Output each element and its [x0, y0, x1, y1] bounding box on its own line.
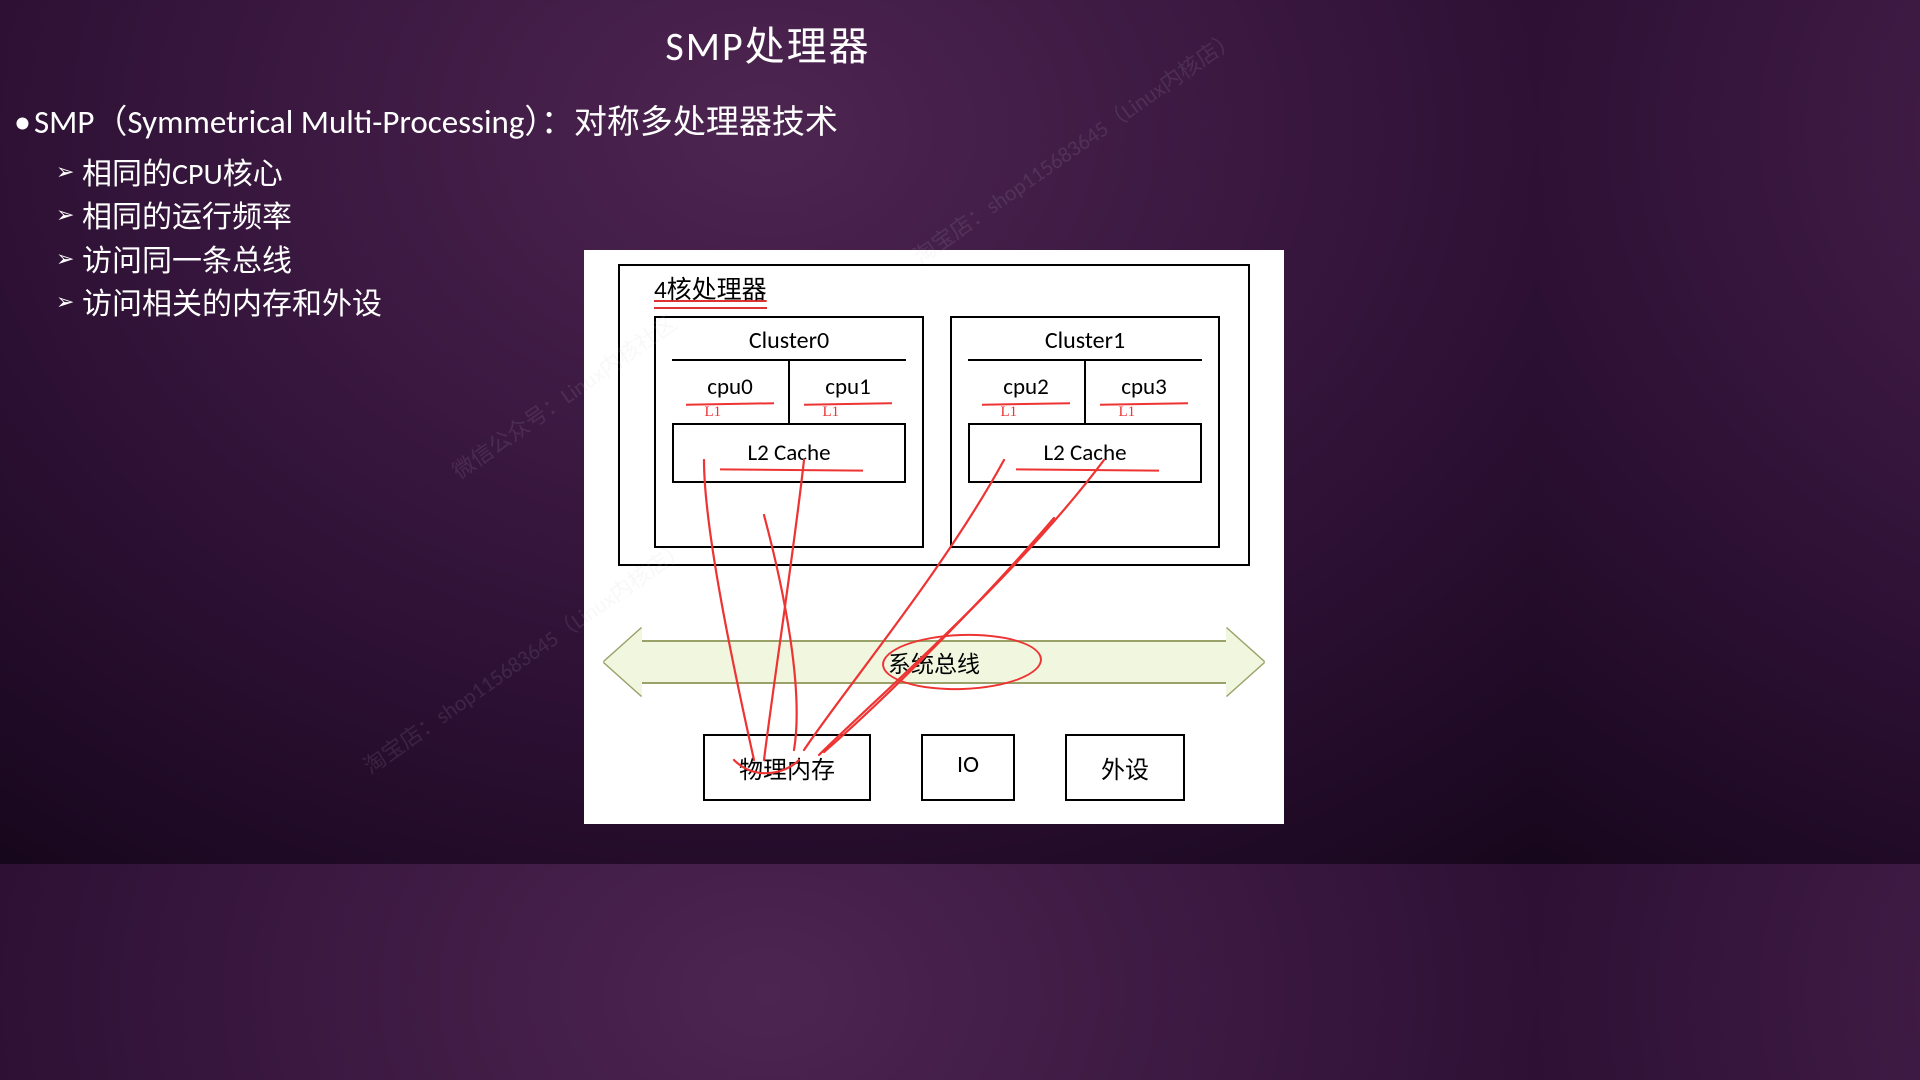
l1-annotation: L1 [1000, 404, 1017, 421]
cluster1-l2: L2 Cache [968, 425, 1202, 483]
sub-item-0: 相同的CPU核心 [56, 153, 838, 197]
cpu2-label: cpu2 [1003, 373, 1049, 401]
cpu2-box: cpu2 L1 [968, 361, 1086, 423]
cluster1-box: Cluster1 cpu2 L1 cpu3 L1 L2 Cache [950, 316, 1220, 548]
cluster0-l2: L2 Cache [672, 425, 906, 483]
cpu0-box: cpu0 L1 [672, 361, 790, 423]
l1-annotation: L1 [704, 404, 721, 421]
cpu1-box: cpu1 L1 [790, 361, 906, 423]
l1-annotation: L1 [822, 404, 839, 421]
cpu3-label: cpu3 [1121, 373, 1167, 401]
smp-diagram: 4核处理器 Cluster0 cpu0 L1 cpu1 L1 L2 Cache … [584, 250, 1284, 824]
cluster1-label: Cluster1 [952, 318, 1218, 359]
device-io: IO [921, 734, 1015, 801]
system-bus-arrow: 系统总线 [604, 628, 1264, 696]
bus-label: 系统总线 [888, 645, 980, 679]
cpu1-label: cpu1 [825, 373, 871, 401]
cluster0-box: Cluster0 cpu0 L1 cpu1 L1 L2 Cache [654, 316, 924, 548]
bullet-main: SMP（Symmetrical Multi-Processing）：对称多处理器… [14, 100, 838, 145]
cluster0-label: Cluster0 [656, 318, 922, 359]
cpu3-box: cpu3 L1 [1086, 361, 1202, 423]
slide-title: SMP处理器 [0, 0, 1536, 72]
device-peripheral: 外设 [1065, 734, 1185, 801]
bus-arrow-right-icon [1226, 628, 1264, 696]
cluster0-cpu-row: cpu0 L1 cpu1 L1 [672, 359, 906, 425]
l1-annotation: L1 [1118, 404, 1135, 421]
processor-title: 4核处理器 [654, 270, 767, 309]
sub-item-1: 相同的运行频率 [56, 196, 838, 240]
cluster1-cpu-row: cpu2 L1 cpu3 L1 [968, 359, 1202, 425]
processor-box: 4核处理器 Cluster0 cpu0 L1 cpu1 L1 L2 Cache … [618, 264, 1250, 566]
bus-label-body: 系统总线 [642, 640, 1226, 684]
cpu0-label: cpu0 [707, 373, 753, 401]
device-memory: 物理内存 [703, 734, 871, 801]
device-row: 物理内存 IO 外设 [644, 734, 1244, 801]
bus-arrow-left-icon [604, 628, 642, 696]
